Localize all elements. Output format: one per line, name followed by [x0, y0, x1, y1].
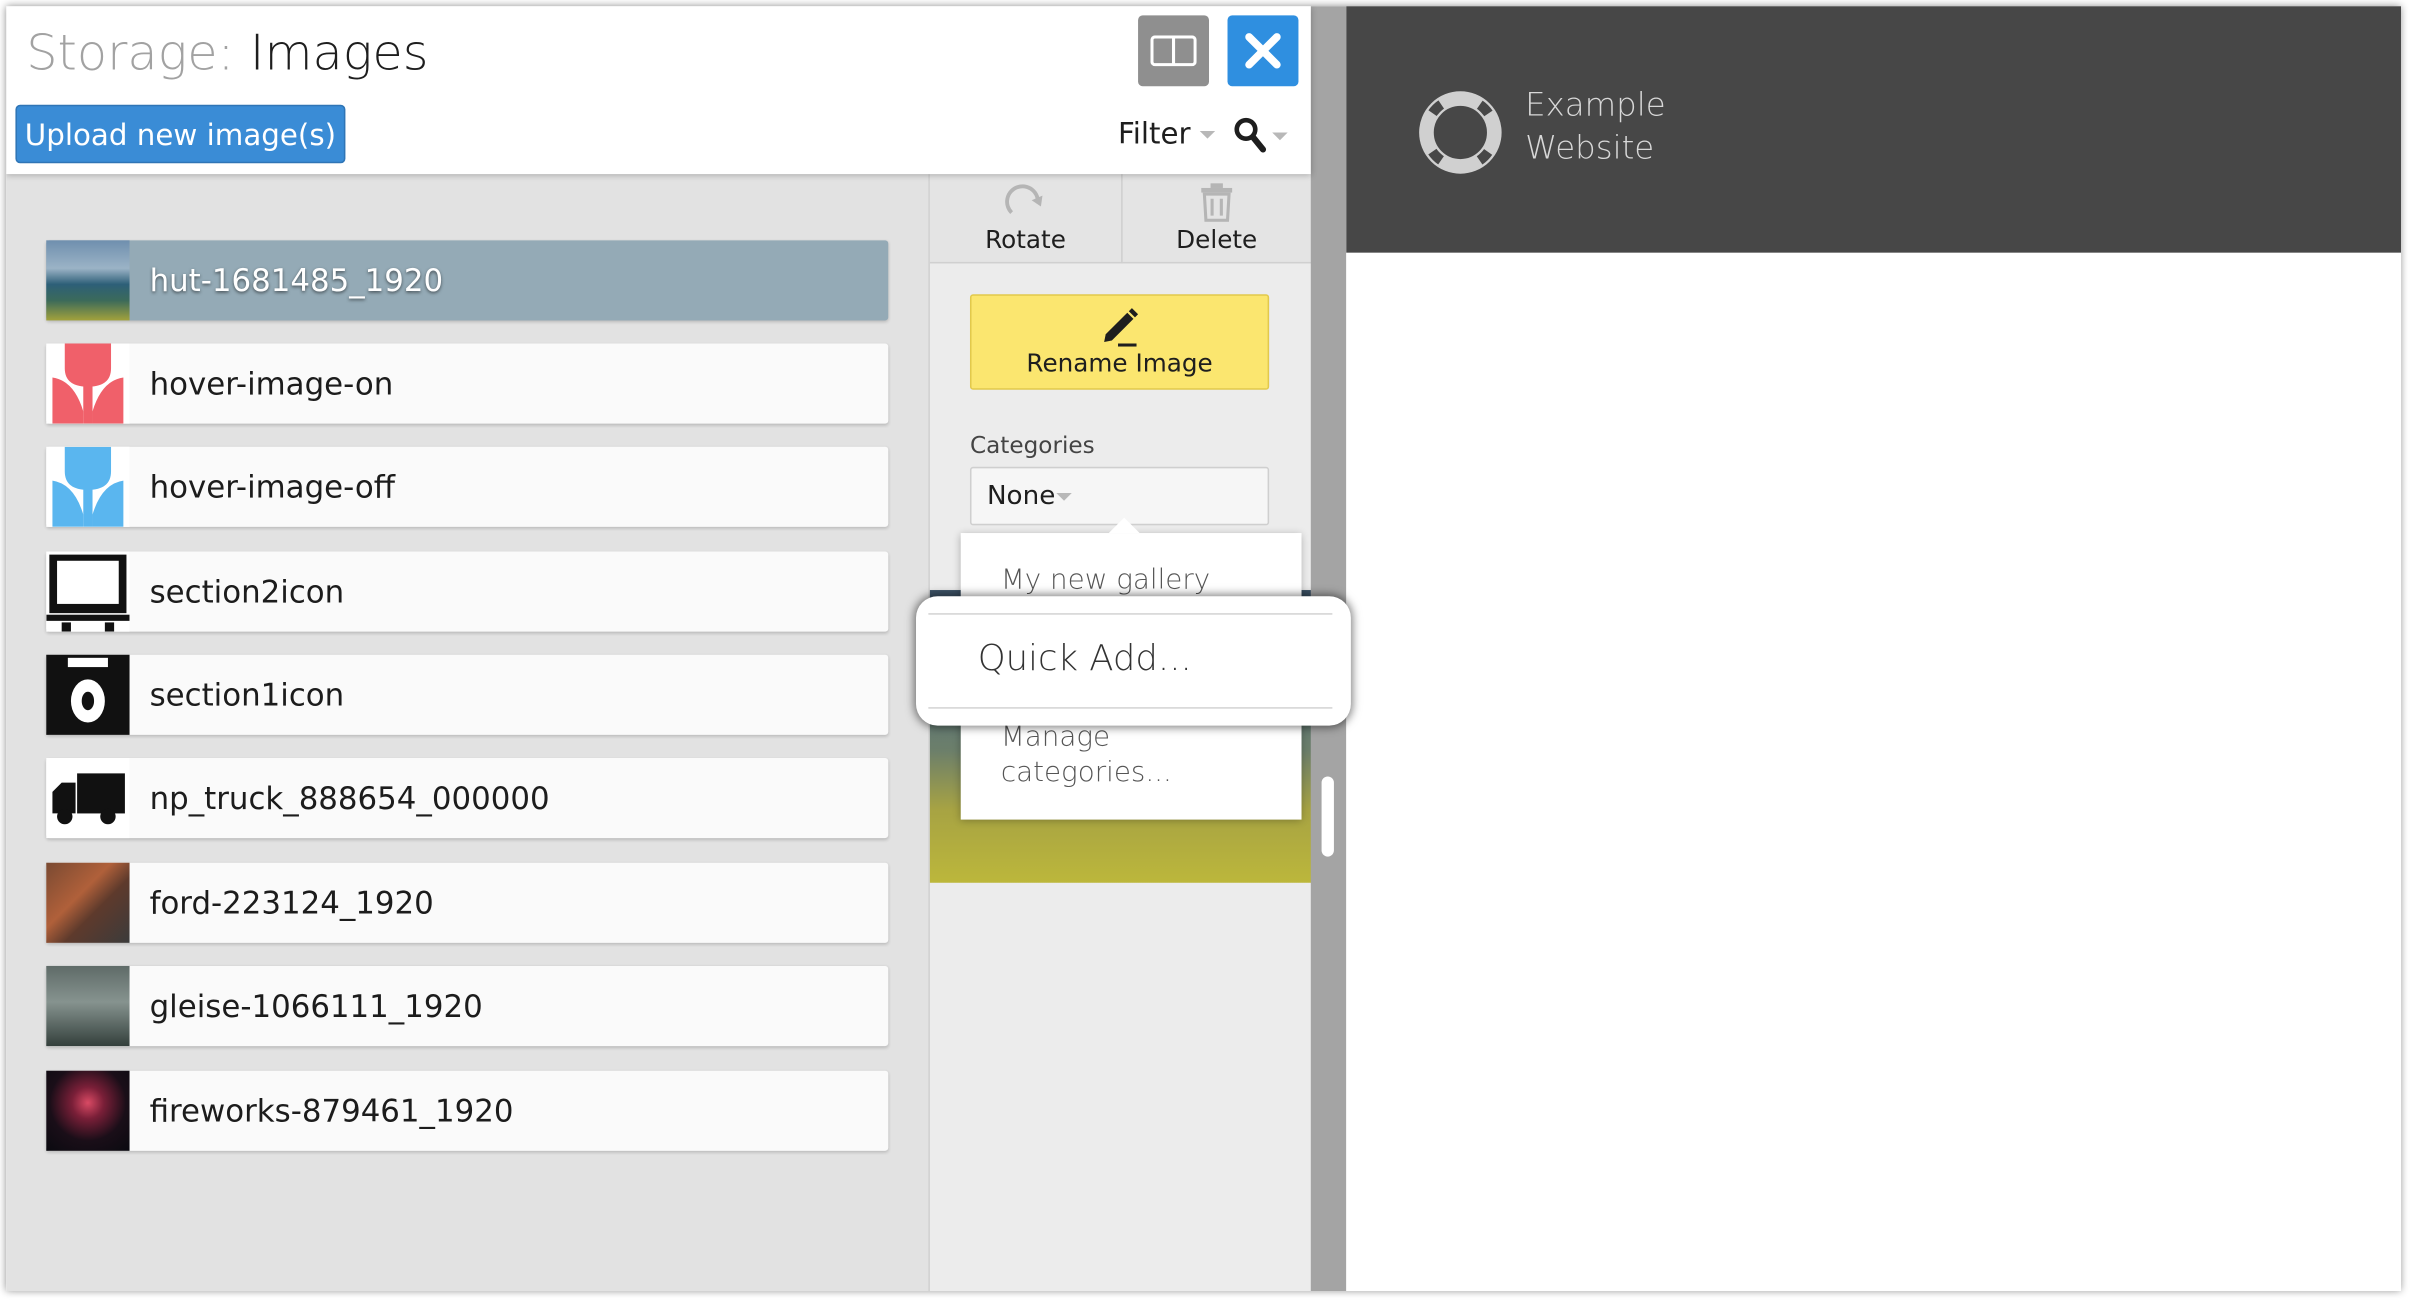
image-thumbnail [46, 343, 130, 424]
rename-image-button[interactable]: Rename Image [969, 294, 1270, 390]
menu-item-quick-add[interactable]: Quick Add... [916, 596, 1351, 726]
image-list-item[interactable]: gleise-1066111_1920 [46, 965, 889, 1047]
rotate-button[interactable]: Rotate [930, 174, 1121, 263]
categories-value: None [986, 480, 1056, 512]
image-name: np_truck_888654_000000 [149, 779, 550, 817]
camera-icon [67, 657, 108, 723]
menu-item-my-new-gallery[interactable]: My new gallery [1001, 564, 1210, 596]
app-window: Storage: Images Upload new image(s) Filt… [6, 6, 2402, 1292]
tulip-icon [52, 446, 124, 527]
categories-label: Categories [969, 431, 1095, 460]
title-prefix: Storage: [26, 23, 235, 82]
image-thumbnail [46, 862, 130, 943]
quick-add-row: Quick Add... [928, 613, 1333, 709]
image-name: fireworks-879461_1920 [149, 1092, 514, 1130]
chevron-down-icon [1056, 492, 1073, 500]
upload-images-button[interactable]: Upload new image(s) [15, 104, 346, 164]
tulip-icon [52, 343, 124, 424]
chevron-down-icon [1272, 131, 1288, 140]
image-list-item[interactable]: section1icon [46, 654, 889, 735]
rotate-icon [1005, 184, 1043, 214]
image-name: section1icon [149, 676, 345, 714]
delete-button[interactable]: Delete [1121, 174, 1312, 263]
pencil-icon [1104, 308, 1139, 347]
filter-label: Filter [1118, 117, 1191, 151]
image-list-item[interactable]: fireworks-879461_1920 [46, 1070, 889, 1151]
image-thumbnail [46, 654, 130, 735]
quick-add-label: Quick Add... [977, 639, 1192, 680]
search-button[interactable] [1234, 117, 1288, 154]
layout-toggle-button[interactable] [1138, 15, 1210, 87]
menu-item-manage-categories[interactable]: Manage categories... [1001, 719, 1172, 790]
title-text: Images [249, 23, 429, 82]
filter-dropdown[interactable]: Filter [1118, 114, 1216, 154]
image-thumbnail [46, 757, 130, 839]
search-icon [1234, 117, 1267, 153]
image-thumbnail [46, 240, 130, 321]
split-view-icon [1150, 35, 1197, 67]
site-name-line1: Example [1525, 86, 1666, 124]
image-list-item[interactable]: ford-223124_1920 [46, 862, 889, 943]
image-thumbnail [46, 551, 130, 632]
page-title: Storage: Images [26, 22, 428, 84]
site-header: Example Website [1346, 6, 2402, 253]
image-list-item[interactable]: hut-1681485_1920 [46, 240, 889, 321]
storage-header: Storage: Images Upload new image(s) Filt… [6, 6, 1311, 175]
site-name[interactable]: Example Website [1525, 83, 1665, 169]
image-toolbar: Rotate Delete [929, 174, 1313, 264]
image-name: hover-image-off [149, 468, 395, 506]
image-list-item[interactable]: hover-image-off [46, 446, 889, 527]
close-button[interactable] [1227, 15, 1299, 87]
image-name: section2icon [149, 573, 345, 611]
trash-icon [1201, 183, 1233, 222]
screen: Storage: Images Upload new image(s) Filt… [0, 0, 2418, 1308]
close-icon [1245, 33, 1281, 69]
image-name: hover-image-on [149, 365, 394, 403]
image-list-item[interactable]: hover-image-on [46, 343, 889, 424]
image-name: hut-1681485_1920 [149, 261, 444, 299]
chevron-down-icon [1199, 130, 1216, 138]
lifebuoy-icon [1419, 91, 1502, 174]
dropdown-caret [1108, 517, 1140, 534]
image-list-item[interactable]: np_truck_888654_000000 [46, 757, 889, 839]
manage-label-line2: categories... [1000, 756, 1172, 789]
scrollbar-thumb[interactable] [1321, 776, 1334, 857]
image-name: ford-223124_1920 [149, 884, 434, 922]
image-thumbnail [46, 1070, 130, 1151]
categories-select[interactable]: None [969, 466, 1270, 526]
image-thumbnail [46, 965, 130, 1047]
image-thumbnail [46, 446, 130, 527]
rename-label: Rename Image [1026, 348, 1213, 378]
website-preview: Example Website [1346, 6, 2402, 1292]
image-name: gleise-1066111_1920 [149, 987, 483, 1025]
site-name-line2: Website [1525, 129, 1655, 167]
delete-label: Delete [1176, 224, 1258, 255]
rotate-label: Rotate [985, 224, 1066, 255]
image-list-item[interactable]: section2icon [46, 551, 889, 632]
truck-icon [52, 773, 125, 825]
monitor-icon [46, 554, 130, 632]
